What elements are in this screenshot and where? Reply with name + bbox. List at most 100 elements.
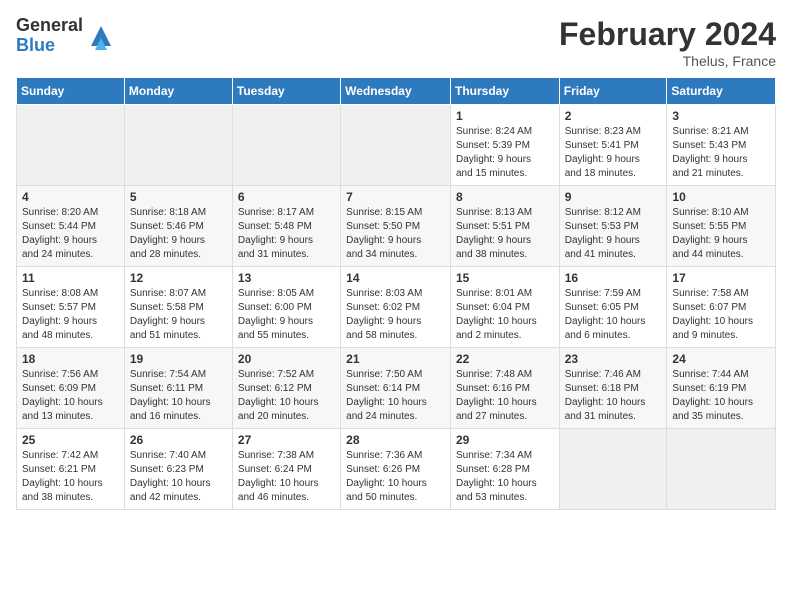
day-cell: 4 Sunrise: 8:20 AM Sunset: 5:44 PM Daylig… xyxy=(17,186,125,267)
day-cell xyxy=(124,105,232,186)
day-cell: 23 Sunrise: 7:46 AM Sunset: 6:18 PM Dayli… xyxy=(559,348,667,429)
day-cell: 18Sunrise: 7:56 AM Sunset: 6:09 PM Dayli… xyxy=(17,348,125,429)
day-cell: 22 Sunrise: 7:48 AM Sunset: 6:16 PM Dayli… xyxy=(450,348,559,429)
day-cell: 24Sunrise: 7:44 AM Sunset: 6:19 PM Dayli… xyxy=(667,348,776,429)
day-cell: 21Sunrise: 7:50 AM Sunset: 6:14 PM Dayli… xyxy=(341,348,451,429)
logo-general: General xyxy=(16,16,83,36)
day-cell: 15 Sunrise: 8:01 AM Sunset: 6:04 PM Dayli… xyxy=(450,267,559,348)
month-title: February 2024 xyxy=(559,16,776,53)
day-info: Sunrise: 8:03 AM Sunset: 6:02 PM Dayligh… xyxy=(346,287,445,343)
week-row-1: 4 Sunrise: 8:20 AM Sunset: 5:44 PM Daylig… xyxy=(17,186,776,267)
day-info: Sunrise: 7:59 AM Sunset: 6:05 PM Dayligh… xyxy=(565,287,662,343)
day-cell: 11 Sunrise: 8:08 AM Sunset: 5:57 PM Dayli… xyxy=(17,267,125,348)
week-row-4: 25 Sunrise: 7:42 AM Sunset: 6:21 PM Dayli… xyxy=(17,429,776,510)
calendar-body: 1 Sunrise: 8:24 AM Sunset: 5:39 PM Daylig… xyxy=(17,105,776,510)
logo-text: General Blue xyxy=(16,16,83,56)
day-number: 23 xyxy=(565,352,662,366)
day-cell: 25 Sunrise: 7:42 AM Sunset: 6:21 PM Dayli… xyxy=(17,429,125,510)
header-thursday: Thursday xyxy=(450,78,559,105)
day-info: Sunrise: 7:40 AM Sunset: 6:23 PM Dayligh… xyxy=(130,449,227,505)
day-number: 10 xyxy=(672,190,770,204)
day-info: Sunrise: 7:44 AM Sunset: 6:19 PM Dayligh… xyxy=(672,368,770,424)
header-monday: Monday xyxy=(124,78,232,105)
header-friday: Friday xyxy=(559,78,667,105)
day-info: Sunrise: 8:23 AM Sunset: 5:41 PM Dayligh… xyxy=(565,125,662,181)
day-number: 18 xyxy=(22,352,119,366)
day-info: Sunrise: 7:34 AM Sunset: 6:28 PM Dayligh… xyxy=(456,449,554,505)
day-cell: 1 Sunrise: 8:24 AM Sunset: 5:39 PM Daylig… xyxy=(450,105,559,186)
logo-icon xyxy=(87,22,115,50)
day-cell xyxy=(667,429,776,510)
day-cell: 5 Sunrise: 8:18 AM Sunset: 5:46 PM Daylig… xyxy=(124,186,232,267)
day-number: 15 xyxy=(456,271,554,285)
day-info: Sunrise: 8:10 AM Sunset: 5:55 PM Dayligh… xyxy=(672,206,770,262)
calendar-header: SundayMondayTuesdayWednesdayThursdayFrid… xyxy=(17,78,776,105)
header-tuesday: Tuesday xyxy=(232,78,340,105)
day-cell: 8Sunrise: 8:13 AM Sunset: 5:51 PM Daylig… xyxy=(450,186,559,267)
day-number: 22 xyxy=(456,352,554,366)
day-number: 6 xyxy=(238,190,335,204)
day-number: 1 xyxy=(456,109,554,123)
day-info: Sunrise: 8:08 AM Sunset: 5:57 PM Dayligh… xyxy=(22,287,119,343)
location: Thelus, France xyxy=(559,53,776,69)
day-info: Sunrise: 7:42 AM Sunset: 6:21 PM Dayligh… xyxy=(22,449,119,505)
day-info: Sunrise: 7:38 AM Sunset: 6:24 PM Dayligh… xyxy=(238,449,335,505)
day-cell xyxy=(341,105,451,186)
day-info: Sunrise: 8:17 AM Sunset: 5:48 PM Dayligh… xyxy=(238,206,335,262)
day-info: Sunrise: 8:05 AM Sunset: 6:00 PM Dayligh… xyxy=(238,287,335,343)
day-cell: 9Sunrise: 8:12 AM Sunset: 5:53 PM Daylig… xyxy=(559,186,667,267)
day-number: 5 xyxy=(130,190,227,204)
header-row: SundayMondayTuesdayWednesdayThursdayFrid… xyxy=(17,78,776,105)
day-info: Sunrise: 7:58 AM Sunset: 6:07 PM Dayligh… xyxy=(672,287,770,343)
day-info: Sunrise: 8:07 AM Sunset: 5:58 PM Dayligh… xyxy=(130,287,227,343)
day-number: 28 xyxy=(346,433,445,447)
day-info: Sunrise: 7:36 AM Sunset: 6:26 PM Dayligh… xyxy=(346,449,445,505)
day-number: 11 xyxy=(22,271,119,285)
day-cell: 17Sunrise: 7:58 AM Sunset: 6:07 PM Dayli… xyxy=(667,267,776,348)
day-number: 14 xyxy=(346,271,445,285)
day-info: Sunrise: 8:20 AM Sunset: 5:44 PM Dayligh… xyxy=(22,206,119,262)
day-info: Sunrise: 7:50 AM Sunset: 6:14 PM Dayligh… xyxy=(346,368,445,424)
day-number: 26 xyxy=(130,433,227,447)
day-info: Sunrise: 8:15 AM Sunset: 5:50 PM Dayligh… xyxy=(346,206,445,262)
header-sunday: Sunday xyxy=(17,78,125,105)
day-cell: 28 Sunrise: 7:36 AM Sunset: 6:26 PM Dayli… xyxy=(341,429,451,510)
day-info: Sunrise: 8:13 AM Sunset: 5:51 PM Dayligh… xyxy=(456,206,554,262)
title-block: February 2024 Thelus, France xyxy=(559,16,776,69)
day-number: 27 xyxy=(238,433,335,447)
day-cell xyxy=(17,105,125,186)
day-info: Sunrise: 7:48 AM Sunset: 6:16 PM Dayligh… xyxy=(456,368,554,424)
day-cell: 7Sunrise: 8:15 AM Sunset: 5:50 PM Daylig… xyxy=(341,186,451,267)
day-number: 29 xyxy=(456,433,554,447)
day-cell: 14 Sunrise: 8:03 AM Sunset: 6:02 PM Dayli… xyxy=(341,267,451,348)
day-info: Sunrise: 8:01 AM Sunset: 6:04 PM Dayligh… xyxy=(456,287,554,343)
day-number: 13 xyxy=(238,271,335,285)
day-cell: 16Sunrise: 7:59 AM Sunset: 6:05 PM Dayli… xyxy=(559,267,667,348)
day-number: 25 xyxy=(22,433,119,447)
day-info: Sunrise: 8:18 AM Sunset: 5:46 PM Dayligh… xyxy=(130,206,227,262)
day-number: 20 xyxy=(238,352,335,366)
day-cell: 20 Sunrise: 7:52 AM Sunset: 6:12 PM Dayli… xyxy=(232,348,340,429)
day-number: 4 xyxy=(22,190,119,204)
day-cell xyxy=(559,429,667,510)
day-number: 9 xyxy=(565,190,662,204)
day-cell: 3 Sunrise: 8:21 AM Sunset: 5:43 PM Daylig… xyxy=(667,105,776,186)
day-info: Sunrise: 8:24 AM Sunset: 5:39 PM Dayligh… xyxy=(456,125,554,181)
logo-blue: Blue xyxy=(16,36,83,56)
day-info: Sunrise: 8:21 AM Sunset: 5:43 PM Dayligh… xyxy=(672,125,770,181)
day-number: 12 xyxy=(130,271,227,285)
day-cell: 27 Sunrise: 7:38 AM Sunset: 6:24 PM Dayli… xyxy=(232,429,340,510)
day-info: Sunrise: 7:52 AM Sunset: 6:12 PM Dayligh… xyxy=(238,368,335,424)
header-saturday: Saturday xyxy=(667,78,776,105)
logo: General Blue xyxy=(16,16,115,56)
week-row-2: 11 Sunrise: 8:08 AM Sunset: 5:57 PM Dayli… xyxy=(17,267,776,348)
day-cell: 19Sunrise: 7:54 AM Sunset: 6:11 PM Dayli… xyxy=(124,348,232,429)
day-number: 2 xyxy=(565,109,662,123)
day-number: 3 xyxy=(672,109,770,123)
day-cell: 2 Sunrise: 8:23 AM Sunset: 5:41 PM Daylig… xyxy=(559,105,667,186)
day-cell xyxy=(232,105,340,186)
day-cell: 29 Sunrise: 7:34 AM Sunset: 6:28 PM Dayli… xyxy=(450,429,559,510)
day-cell: 26 Sunrise: 7:40 AM Sunset: 6:23 PM Dayli… xyxy=(124,429,232,510)
day-info: Sunrise: 7:46 AM Sunset: 6:18 PM Dayligh… xyxy=(565,368,662,424)
day-number: 19 xyxy=(130,352,227,366)
